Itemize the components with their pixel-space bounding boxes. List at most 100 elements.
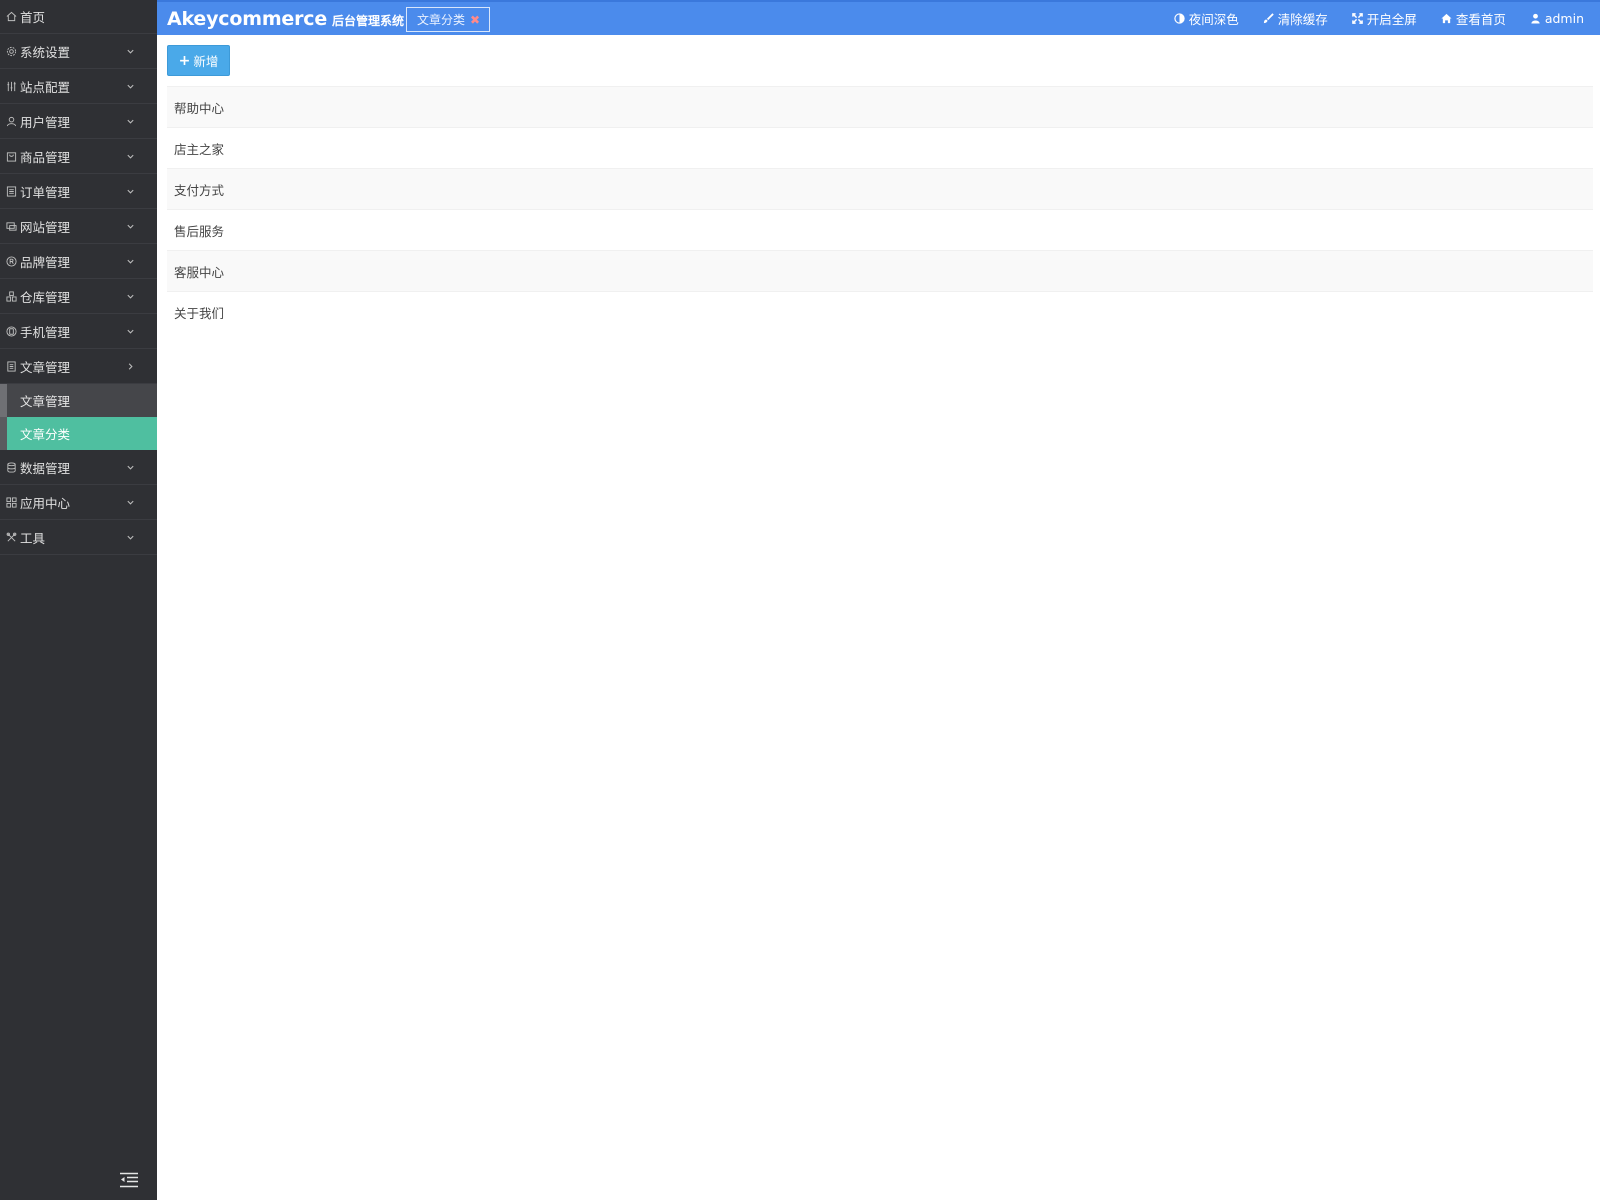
user-icon [1530,13,1542,25]
chevron-down-icon [125,81,135,91]
main-content: + 新增 帮助中心 店主之家 支付方式 售后服务 客服中心 关于我们 [157,35,1600,1200]
submenu-item-label: 文章分类 [20,427,71,442]
submenu-articles: 文章管理 文章分类 [0,384,157,450]
submenu-item-label: 文章管理 [20,394,71,409]
user-icon [4,114,18,128]
chevron-right-icon [125,361,135,371]
brand-subtitle: 后台管理系统 [332,13,405,28]
bag-icon [4,149,18,163]
sidebar-item-label: 商品管理 [20,149,71,165]
sidebar-item-site-config[interactable]: 站点配置 [0,69,157,104]
sidebar-item-users[interactable]: 用户管理 [0,104,157,139]
mobile-icon [4,324,18,338]
sidebar-item-tools[interactable]: 工具 [0,520,157,555]
sidebar-item-label: 数据管理 [20,460,71,476]
toolbar: 夜间深色 清除缓存 开启全屏 查看首页 admin [1150,2,1584,35]
sidebar-item-label: 应用中心 [20,495,71,511]
view-homepage-button[interactable]: 查看首页 [1441,9,1506,28]
sidebar-item-label: 文章管理 [20,359,71,375]
web-icon [4,219,18,233]
database-icon [4,460,18,474]
brand: Akeycommerce 后台管理系统 [167,8,404,30]
boxes-icon [4,289,18,303]
chevron-down-icon [125,326,135,336]
sidebar-item-brands[interactable]: 品牌管理 [0,244,157,279]
fullscreen-icon [1352,13,1364,25]
sidebar-item-label: 仓库管理 [20,289,71,305]
sidebar-item-websites[interactable]: 网站管理 [0,209,157,244]
registered-icon [4,254,18,268]
list-item[interactable]: 客服中心 [167,250,1593,291]
gear-icon [4,44,18,58]
sidebar-item-products[interactable]: 商品管理 [0,139,157,174]
sidebar-item-warehouse[interactable]: 仓库管理 [0,279,157,314]
chevron-down-icon [125,186,135,196]
sidebar-item-home[interactable]: 首页 [0,0,157,34]
night-mode-button[interactable]: 夜间深色 [1174,9,1239,28]
fullscreen-button[interactable]: 开启全屏 [1352,9,1417,28]
sidebar: 首页 系统设置 站点配置 用户管理 商品管理 订单管理 网站管理 品牌管理 仓库… [0,0,157,1200]
category-list: 帮助中心 店主之家 支付方式 售后服务 客服中心 关于我们 [167,86,1593,332]
sidebar-item-mobile[interactable]: 手机管理 [0,314,157,349]
chevron-down-icon [125,46,135,56]
sidebar-item-label: 手机管理 [20,324,71,340]
list-item[interactable]: 支付方式 [167,168,1593,209]
tab-label: 文章分类 [417,13,466,27]
sidebar-item-orders[interactable]: 订单管理 [0,174,157,209]
sidebar-item-label: 系统设置 [20,44,71,60]
document-icon [4,359,18,373]
brand-name: Akeycommerce [167,7,328,30]
sidebar-item-system-settings[interactable]: 系统设置 [0,34,157,69]
collapse-sidebar-icon[interactable] [119,1172,139,1188]
tool-label: 清除缓存 [1277,12,1328,27]
tools-icon [4,530,18,544]
tool-label: admin [1544,11,1584,26]
sidebar-item-label: 订单管理 [20,184,71,200]
sidebar-item-label: 品牌管理 [20,254,71,270]
user-menu-button[interactable]: admin [1530,11,1584,26]
chevron-down-icon [125,151,135,161]
tool-label: 查看首页 [1455,12,1506,27]
sidebar-item-label: 网站管理 [20,219,71,235]
list-icon [4,184,18,198]
chevron-down-icon [125,291,135,301]
list-item[interactable]: 店主之家 [167,127,1593,168]
sidebar-item-label: 站点配置 [20,79,71,95]
submenu-item-article-category[interactable]: 文章分类 [0,417,157,450]
tab-article-category[interactable]: 文章分类 ✖ [406,7,491,32]
contrast-icon [1174,13,1186,25]
home-icon [4,10,18,24]
clear-cache-button[interactable]: 清除缓存 [1263,9,1328,28]
grid-icon [4,495,18,509]
sidebar-item-label: 工具 [20,530,46,546]
home-icon [1441,13,1453,25]
chevron-down-icon [125,116,135,126]
list-item-label: 店主之家 [174,141,225,157]
chevron-down-icon [125,221,135,231]
add-button[interactable]: + 新增 [167,45,230,76]
chevron-down-icon [125,256,135,266]
top-bar: Akeycommerce 后台管理系统 文章分类 ✖ 夜间深色 清除缓存 开启全… [157,0,1600,35]
plus-icon: + [178,52,191,69]
brush-icon [1263,13,1275,25]
add-button-label: 新增 [193,54,219,69]
sidebar-item-data[interactable]: 数据管理 [0,450,157,485]
list-item[interactable]: 关于我们 [167,291,1593,332]
list-item-label: 客服中心 [174,264,225,280]
close-icon[interactable]: ✖ [470,13,480,27]
list-item-label: 支付方式 [174,182,225,198]
list-item-label: 售后服务 [174,223,225,239]
sliders-icon [4,79,18,93]
list-item[interactable]: 帮助中心 [167,86,1593,127]
list-item-label: 关于我们 [174,305,225,321]
tool-label: 夜间深色 [1188,12,1239,27]
sidebar-item-articles[interactable]: 文章管理 [0,349,157,384]
list-item[interactable]: 售后服务 [167,209,1593,250]
sidebar-item-label: 首页 [20,10,46,25]
chevron-down-icon [125,462,135,472]
submenu-item-article-management[interactable]: 文章管理 [0,384,157,417]
chevron-down-icon [125,532,135,542]
sidebar-item-label: 用户管理 [20,114,71,130]
sidebar-item-app-center[interactable]: 应用中心 [0,485,157,520]
tool-label: 开启全屏 [1366,12,1417,27]
